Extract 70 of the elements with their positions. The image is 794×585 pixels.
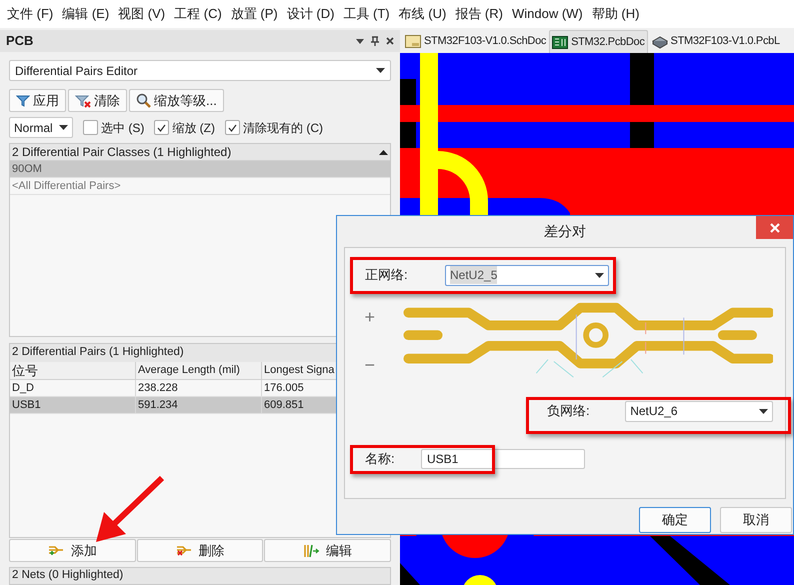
menu-item[interactable]: 帮助 (H) — [588, 4, 642, 24]
menu-item[interactable]: 设计 (D) — [284, 4, 338, 24]
pair-action-button[interactable]: 添加 — [9, 539, 136, 562]
collapse-caret-icon[interactable] — [379, 150, 388, 154]
checkbox-label: 选中 (S) — [101, 120, 144, 136]
column-header[interactable]: Average Length (mil) — [136, 362, 262, 379]
magnifier-icon — [136, 93, 151, 108]
plus-sign: + — [364, 308, 375, 326]
menu-item[interactable]: 视图 (V) — [115, 4, 168, 24]
menu-item[interactable]: 文件 (F) — [4, 4, 56, 24]
toolbar-button[interactable]: 清除 — [68, 89, 127, 112]
dropdown-caret-icon — [759, 408, 768, 414]
panel-title: PCB — [6, 32, 34, 50]
close-icon[interactable] — [386, 37, 394, 45]
negative-net-dropdown[interactable]: NetU2_6 — [625, 400, 773, 422]
document-tab[interactable]: STM32.PcbDoc — [549, 30, 648, 53]
dialog-title: 差分对 — [544, 222, 586, 241]
table-cell: USB1 — [10, 397, 136, 413]
list-item[interactable]: <All Differential Pairs> — [10, 178, 390, 195]
list-item[interactable]: 90OM — [10, 161, 390, 178]
pair-add-icon — [48, 544, 65, 557]
name-input-field[interactable]: USB1 — [421, 449, 585, 469]
menu-item[interactable]: 布线 (U) — [396, 4, 450, 24]
toolbar-button[interactable]: 缩放等级... — [129, 89, 224, 112]
table-cell: 591.234 — [136, 397, 262, 413]
checkbox-label: 缩放 (Z) — [172, 120, 215, 136]
checkbox[interactable] — [83, 120, 98, 135]
pair-remove-icon — [176, 544, 192, 557]
document-icon — [405, 35, 421, 48]
document-tab[interactable]: STM32F103-V1.0.PcbL — [648, 30, 782, 53]
table-cell: D_D — [10, 380, 136, 396]
pair-edit-icon — [303, 544, 320, 558]
pin-icon[interactable] — [371, 36, 379, 46]
positive-net-dropdown[interactable]: NetU2_5 — [445, 264, 609, 286]
menu-item[interactable]: 编辑 (E) — [59, 4, 112, 24]
circuit-board-icon — [552, 36, 568, 48]
field-label: 负网络: — [547, 402, 591, 420]
field-label: 名称: — [365, 450, 396, 468]
list-header: 2 Nets (0 Highlighted) — [9, 567, 391, 585]
menu-item[interactable]: Window (W) — [508, 4, 586, 24]
dropdown-caret-icon — [376, 68, 385, 73]
checkbox-label: 清除现有的 (C) — [243, 120, 323, 136]
check-icon — [157, 124, 166, 132]
mode-dropdown[interactable]: Differential Pairs Editor — [9, 60, 391, 81]
dialog-button[interactable]: 取消 — [720, 507, 792, 533]
menu-item[interactable]: 工具 (T) — [340, 4, 393, 24]
column-header[interactable]: 位号 — [10, 362, 136, 379]
funnel-cross-icon — [75, 94, 91, 108]
toolbar-button[interactable]: 应用 — [9, 89, 66, 112]
chip-icon — [650, 34, 668, 49]
menu-item[interactable]: 工程 (C) — [171, 4, 225, 24]
menu-item[interactable]: 放置 (P) — [228, 4, 281, 24]
dropdown-caret-icon — [595, 272, 604, 278]
table-cell: 238.228 — [136, 380, 262, 396]
dialog-button[interactable]: 确定 — [639, 507, 711, 533]
menu-item[interactable]: 报告 (R) — [452, 4, 506, 24]
pair-action-button[interactable]: 编辑 — [264, 539, 392, 562]
close-icon — [770, 222, 780, 232]
checkbox[interactable] — [225, 120, 240, 135]
dropdown-caret-icon — [59, 125, 68, 130]
check-icon — [228, 124, 237, 132]
field-label: 正网络: — [365, 266, 409, 284]
document-tab[interactable]: STM32F103-V1.0.SchDoc — [403, 30, 548, 53]
close-button[interactable] — [756, 216, 793, 239]
pair-action-button[interactable]: 删除 — [136, 539, 264, 562]
funnel-icon — [16, 94, 30, 108]
mode-select[interactable]: Normal — [9, 117, 73, 138]
list-header: 2 Differential Pair Classes (1 Highlighted) — [10, 144, 390, 161]
dropdown-caret-icon[interactable] — [356, 38, 364, 44]
checkbox[interactable] — [154, 120, 170, 135]
